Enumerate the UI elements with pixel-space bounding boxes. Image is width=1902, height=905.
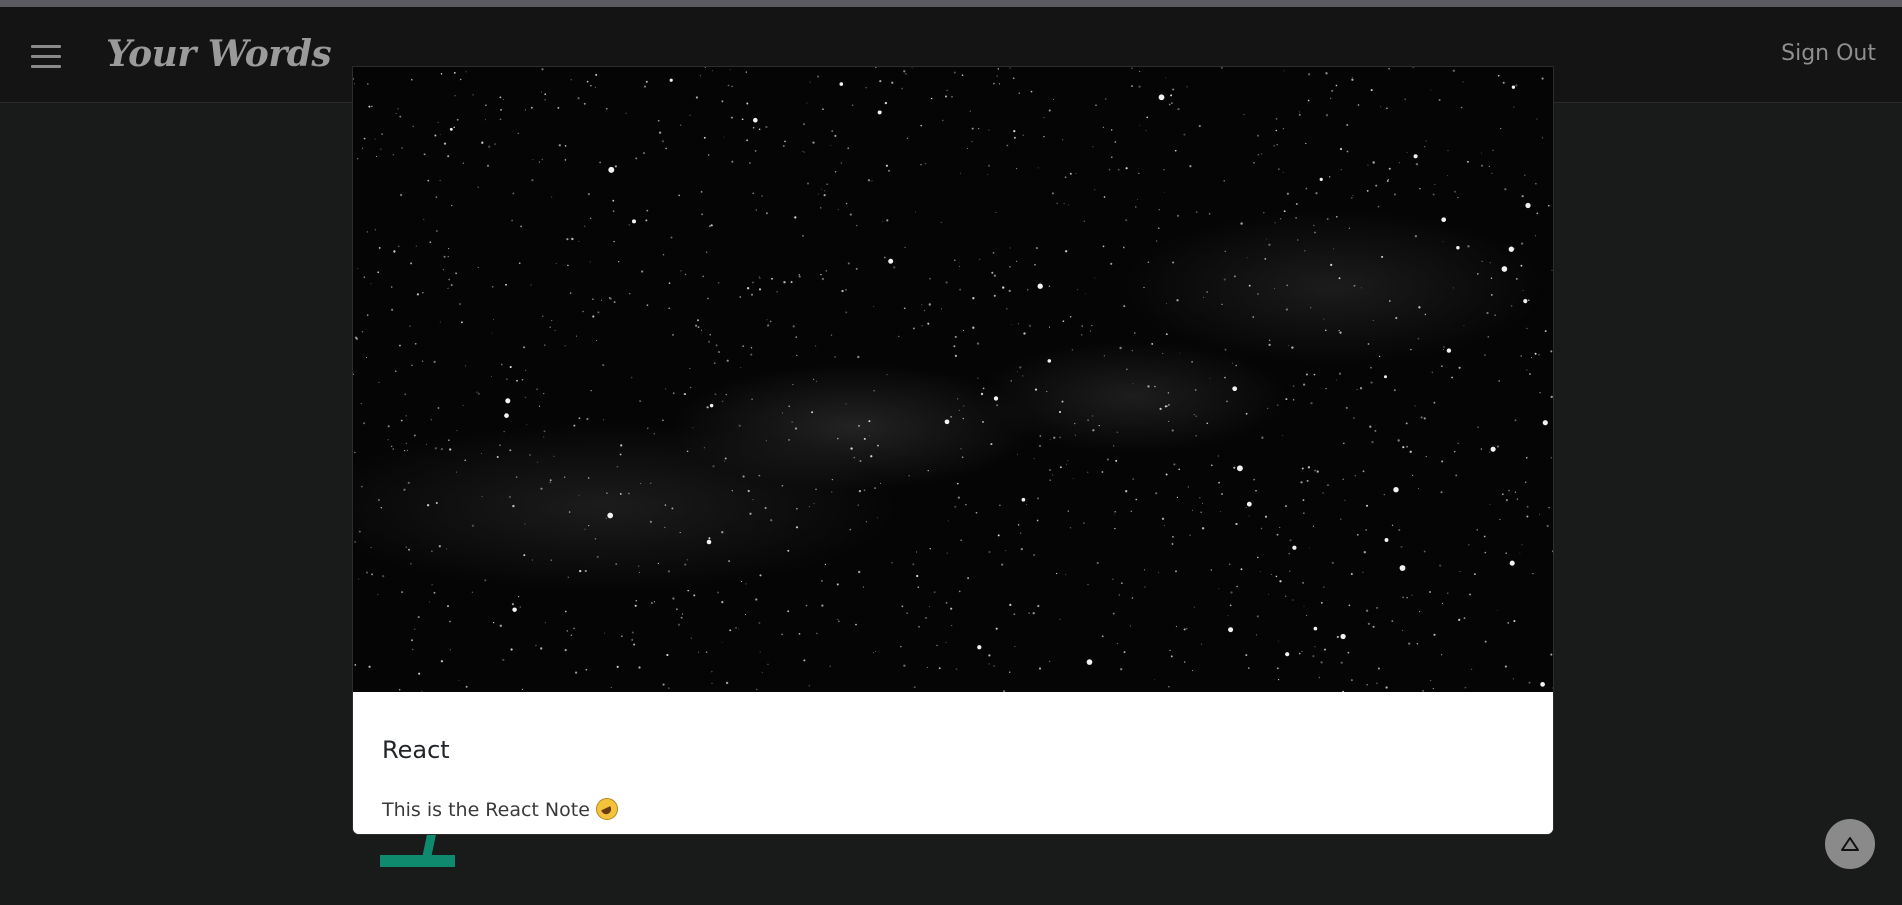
sign-out-link[interactable]: Sign Out <box>1781 41 1876 66</box>
scroll-to-top-button[interactable] <box>1825 819 1875 869</box>
background-accent-bar <box>380 855 455 867</box>
note-title: React <box>382 736 450 764</box>
note-text-row: This is the React Note <box>382 798 618 821</box>
triangle-up-icon <box>1841 837 1859 851</box>
brand-logo[interactable]: Your Words <box>106 33 332 75</box>
starfield-image <box>353 67 1553 692</box>
note-card[interactable]: React This is the React Note <box>353 67 1553 834</box>
window-top-strip <box>0 0 1902 7</box>
hamburger-menu-icon[interactable] <box>31 45 63 69</box>
background-accent-stem <box>422 832 437 856</box>
note-card-body: React This is the React Note <box>353 692 1553 834</box>
note-text: This is the React Note <box>382 799 590 821</box>
laughing-emoji-icon <box>595 798 618 820</box>
